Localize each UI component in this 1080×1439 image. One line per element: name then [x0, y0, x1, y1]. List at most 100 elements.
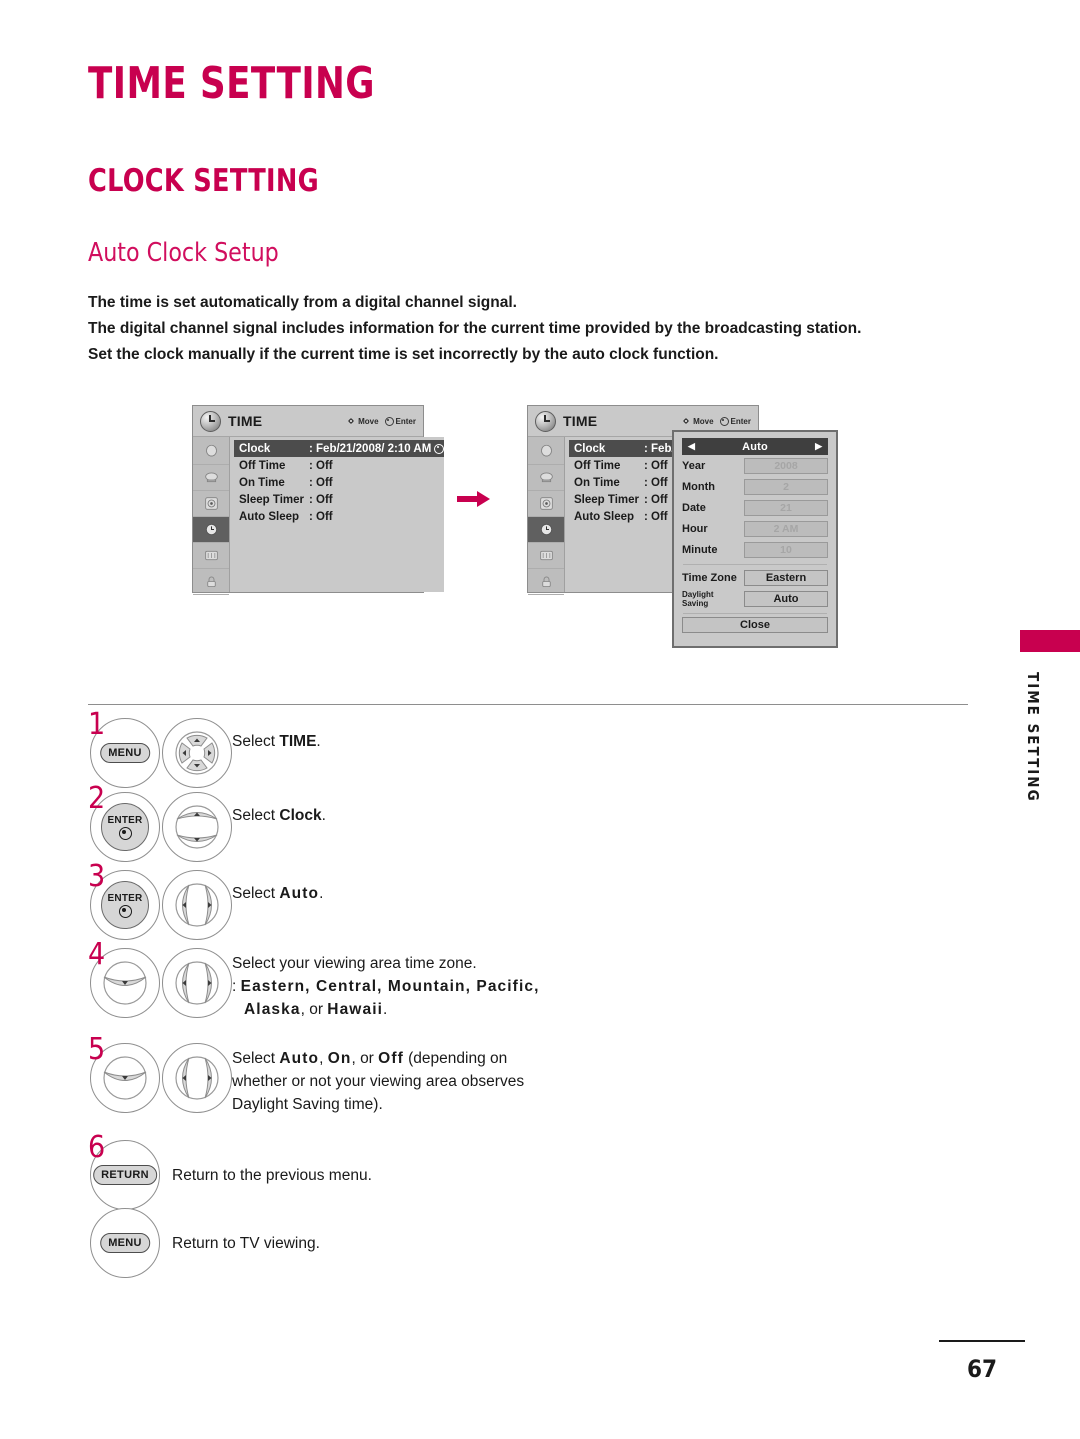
- step-5-line-2: whether or not your viewing area observe…: [232, 1073, 525, 1090]
- sidebar-item-alarm[interactable]: [528, 491, 564, 517]
- menu-key-label: MENU: [100, 1233, 150, 1253]
- osd-row-value: : Off: [644, 510, 668, 523]
- step-5: 5 Select Auto, On, or Off (depending on …: [88, 1035, 968, 1141]
- step-5-lead: Select: [232, 1050, 280, 1067]
- chevron-right-icon[interactable]: ▶: [815, 442, 822, 451]
- footer-rule: [939, 1340, 1025, 1342]
- audio-icon: [204, 472, 218, 483]
- osd-row-label: Auto Sleep: [574, 510, 635, 523]
- osd-item-list: Clock : Feb/21/2008/ 2:10 AM Off Time : …: [230, 437, 445, 592]
- osd-row-label: Auto Sleep: [239, 510, 300, 523]
- sidebar-item-time[interactable]: [193, 517, 229, 543]
- sidebar-item-channel[interactable]: [528, 543, 564, 569]
- field-row-month: Month 2: [682, 477, 828, 497]
- osd-row-value: : Off: [644, 476, 668, 489]
- step-1-text-bold: TIME: [279, 733, 317, 750]
- osd-row-value: : Off: [309, 476, 333, 489]
- time-zone-value[interactable]: Eastern: [744, 570, 828, 586]
- hint-enter: Enter: [384, 416, 416, 426]
- divider-above-steps: [88, 704, 968, 705]
- dpad-icon: [346, 416, 356, 426]
- dpad-key[interactable]: [162, 718, 232, 788]
- osd-row-label: Clock: [239, 442, 271, 455]
- leftright-key[interactable]: [162, 870, 232, 940]
- sidebar-item-lock[interactable]: [193, 569, 229, 595]
- clock-icon: [205, 523, 217, 536]
- step-number: 1: [88, 707, 106, 742]
- leftright-key[interactable]: [162, 948, 232, 1018]
- sidebar-item-alarm[interactable]: [193, 491, 229, 517]
- step-1: 1 MENU Select TIME.: [88, 710, 968, 792]
- step-4: 4 Select your viewing area time zone.: …: [88, 940, 968, 1043]
- daylight-saving-label: Daylight Saving: [682, 590, 744, 608]
- menu-key[interactable]: MENU: [90, 1208, 160, 1278]
- enter-key-label: ENTER: [107, 892, 143, 904]
- sidebar-item-audio[interactable]: [193, 465, 229, 491]
- step-5-option-off: Off: [378, 1050, 404, 1067]
- step-5-option-auto: Auto: [279, 1050, 320, 1067]
- osd-sidebar: [193, 437, 230, 595]
- return-key-label: RETURN: [93, 1165, 157, 1185]
- intro-paragraph: The time is set automatically from a dig…: [88, 290, 968, 368]
- sidebar-item-channel[interactable]: [193, 543, 229, 569]
- step-number: 3: [88, 859, 106, 894]
- step-2: 2 ENTER Select Clock.: [88, 784, 968, 870]
- dpad-icon: [681, 416, 691, 426]
- step-5-text: Select Auto, On, or Off (depending on wh…: [232, 1043, 968, 1116]
- osd-row-auto-sleep[interactable]: Auto Sleep : Off: [234, 508, 444, 525]
- osd-time-menu-before: TIME Move Enter Clock: Feb/21/2008/ 2:1…: [192, 405, 445, 595]
- osd-row-value: : Off: [309, 510, 333, 523]
- osd-hints: Move Enter: [681, 416, 751, 426]
- side-tab-label: TIME SETTING: [1024, 672, 1042, 803]
- side-tab-marker: [1020, 630, 1080, 652]
- field-row-minute: Minute 10: [682, 540, 828, 560]
- sidebar-item-audio[interactable]: [528, 465, 564, 491]
- auto-clock-dialog: ◀ Auto ▶ Year 2008 Month 2 Date 21 Hour …: [672, 430, 838, 648]
- sidebar-item-picture[interactable]: [193, 439, 229, 465]
- step-2-text-tail: .: [321, 807, 326, 824]
- mode-selector[interactable]: ◀ Auto ▶: [682, 438, 828, 455]
- field-label: Minute: [682, 544, 718, 556]
- step-keys: MENU: [88, 718, 232, 788]
- enter-icon: [384, 416, 394, 426]
- step-3-text-lead: Select: [232, 885, 280, 902]
- step-4-colon: :: [232, 978, 241, 995]
- step-2-text: Select Clock.: [232, 792, 968, 827]
- osd-row-label: Off Time: [239, 459, 286, 472]
- osd-row-clock[interactable]: Clock : Feb/21/2008/ 2:10 AM: [234, 440, 445, 457]
- month-field: 2: [744, 479, 828, 495]
- step-5-tail: (depending on: [403, 1050, 508, 1067]
- step-keys: ENTER: [88, 870, 232, 940]
- time-zone-label: Time Zone: [682, 572, 737, 584]
- leftright-key[interactable]: [162, 1043, 232, 1113]
- chevron-left-icon[interactable]: ◀: [688, 442, 695, 451]
- osd-row-label: Clock: [574, 442, 606, 455]
- osd-row-off-time[interactable]: Off Time : Off: [234, 457, 444, 474]
- intro-line-1: The time is set automatically from a dig…: [88, 294, 517, 311]
- field-label: Month: [682, 481, 715, 493]
- daylight-saving-value[interactable]: Auto: [744, 591, 828, 607]
- osd-row-on-time[interactable]: On Time : Off: [234, 474, 444, 491]
- osd-sidebar: [528, 437, 565, 595]
- field-row-date: Date 21: [682, 498, 828, 518]
- osd-body: Clock : Feb/21/2008/ 2:10 AM Off Time : …: [193, 437, 445, 595]
- close-button[interactable]: Close: [682, 617, 828, 633]
- sidebar-item-picture[interactable]: [528, 439, 564, 465]
- step-5-sep1: ,: [319, 1050, 328, 1067]
- updown-key[interactable]: [162, 792, 232, 862]
- lock-icon: [206, 576, 216, 587]
- daylight-saving-label-line1: Daylight: [682, 590, 714, 599]
- hint-move-label: Move: [693, 416, 714, 426]
- osd-row-label: Off Time: [574, 459, 621, 472]
- osd-row-sleep-timer[interactable]: Sleep Timer : Off: [234, 491, 444, 508]
- sidebar-item-time[interactable]: [528, 517, 564, 543]
- osd-title: TIME: [563, 413, 598, 429]
- step-menu-return-text: Return to TV viewing.: [172, 1234, 320, 1252]
- step-2-text-bold: Clock: [279, 807, 322, 824]
- step-4-line-1: Select your viewing area time zone.: [232, 955, 477, 972]
- divider: [683, 564, 827, 565]
- leftright-arrows-icon: [175, 961, 219, 1005]
- osd-row-value: : Feb/21/2008/ 2:10 AM: [309, 443, 445, 455]
- sidebar-item-lock[interactable]: [528, 569, 564, 595]
- step-5-line-1: Select Auto, On, or Off (depending on: [232, 1047, 968, 1070]
